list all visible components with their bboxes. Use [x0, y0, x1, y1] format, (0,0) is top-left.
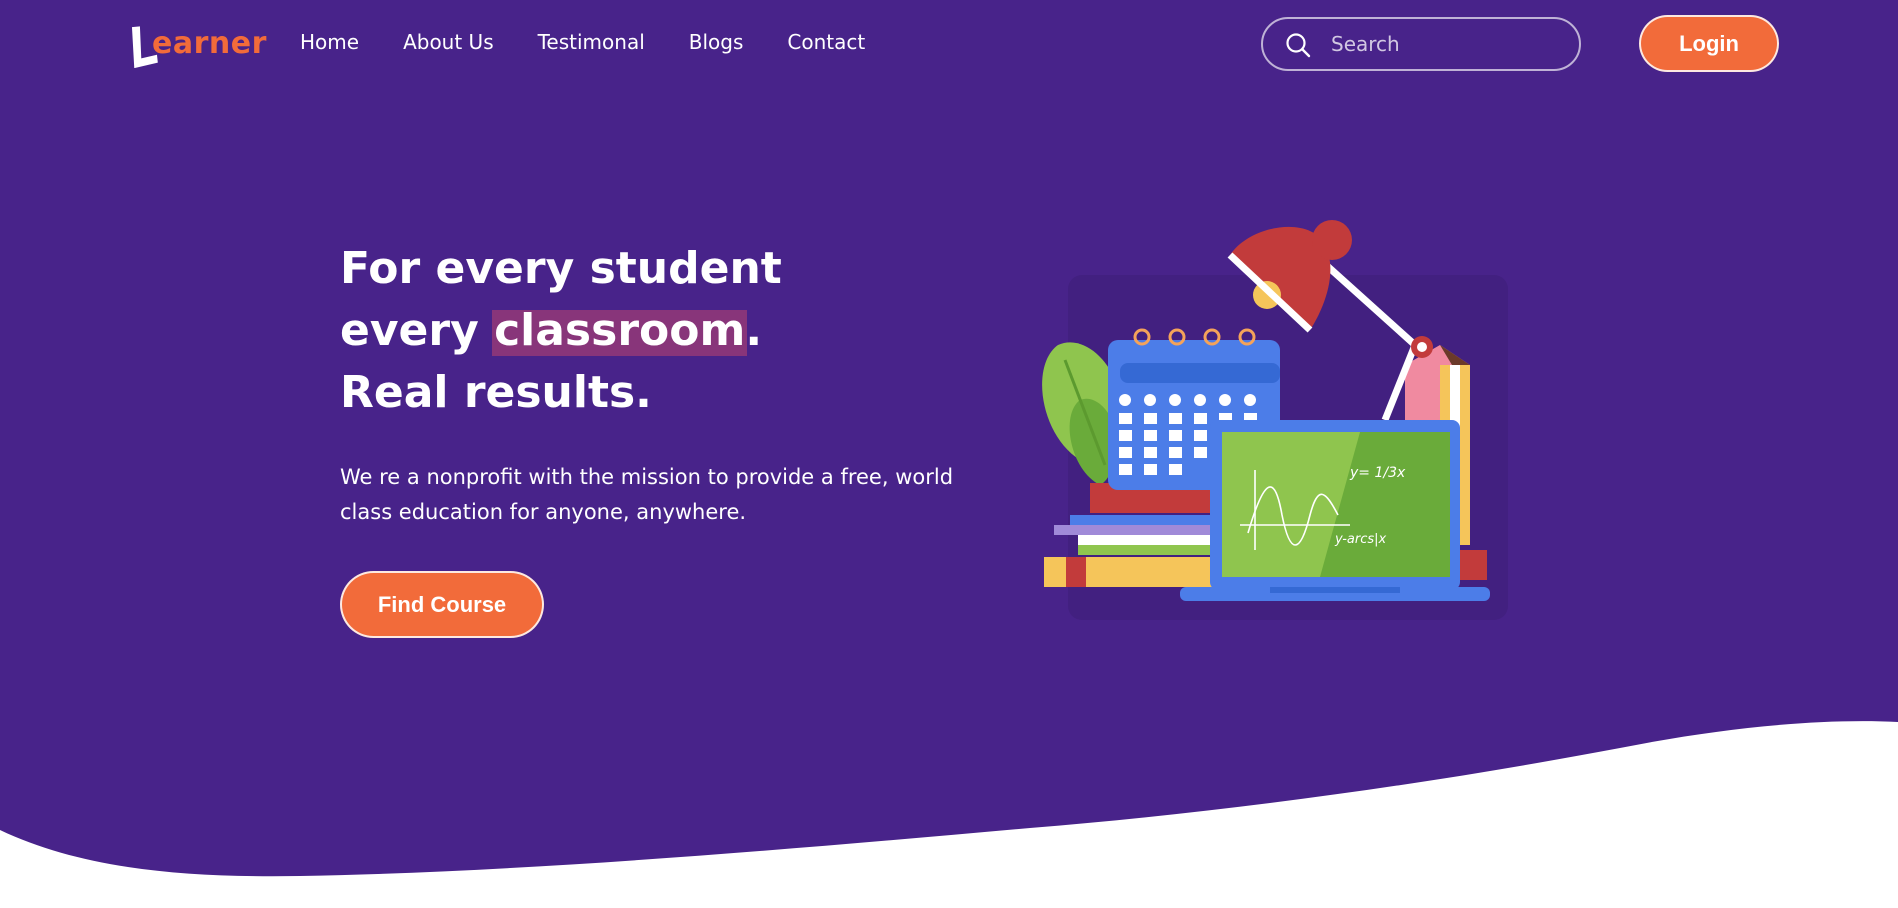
headline-line-3: Real results. — [340, 367, 652, 418]
highlighted-word: classroom — [492, 300, 748, 362]
search-icon[interactable] — [1285, 32, 1311, 58]
hero-headline: For every student every classroom. Real … — [340, 238, 782, 424]
headline-line-2-suffix: . — [745, 305, 763, 356]
laptop-icon: y= 1/3x y-arcs|x — [1180, 420, 1490, 601]
nav-links: Home About Us Testimonal Blogs Contact — [300, 30, 909, 54]
headline-line-1: For every student — [340, 243, 782, 294]
board-formula-2: y-arcs|x — [1334, 532, 1387, 547]
login-button[interactable]: Login — [1639, 15, 1779, 72]
highlighted-word-text: classroom — [494, 305, 746, 356]
nav-link-contact[interactable]: Contact — [787, 30, 865, 54]
search-box[interactable] — [1261, 17, 1581, 71]
board-formula-1: y= 1/3x — [1349, 465, 1406, 481]
hero-section: earner Home About Us Testimonal Blogs Co… — [0, 0, 1898, 908]
nav-link-about-us[interactable]: About Us — [403, 30, 494, 54]
hero-description: We re a nonprofit with the mission to pr… — [340, 465, 954, 524]
top-navbar: earner Home About Us Testimonal Blogs Co… — [0, 0, 1898, 90]
nav-link-home[interactable]: Home — [300, 30, 359, 54]
headline-line-2: every classroom. — [340, 300, 782, 362]
brand-logo[interactable]: earner — [128, 22, 266, 68]
search-input[interactable] — [1331, 29, 1561, 59]
hero-background — [0, 0, 1898, 877]
logo-text: earner — [152, 26, 267, 61]
nav-link-blogs[interactable]: Blogs — [689, 30, 744, 54]
education-illustration: y= 1/3x y-arcs|x — [1042, 220, 1508, 620]
headline-line-2-prefix: every — [340, 305, 495, 356]
find-course-button[interactable]: Find Course — [340, 571, 544, 638]
nav-link-testimonal[interactable]: Testimonal — [538, 30, 645, 54]
